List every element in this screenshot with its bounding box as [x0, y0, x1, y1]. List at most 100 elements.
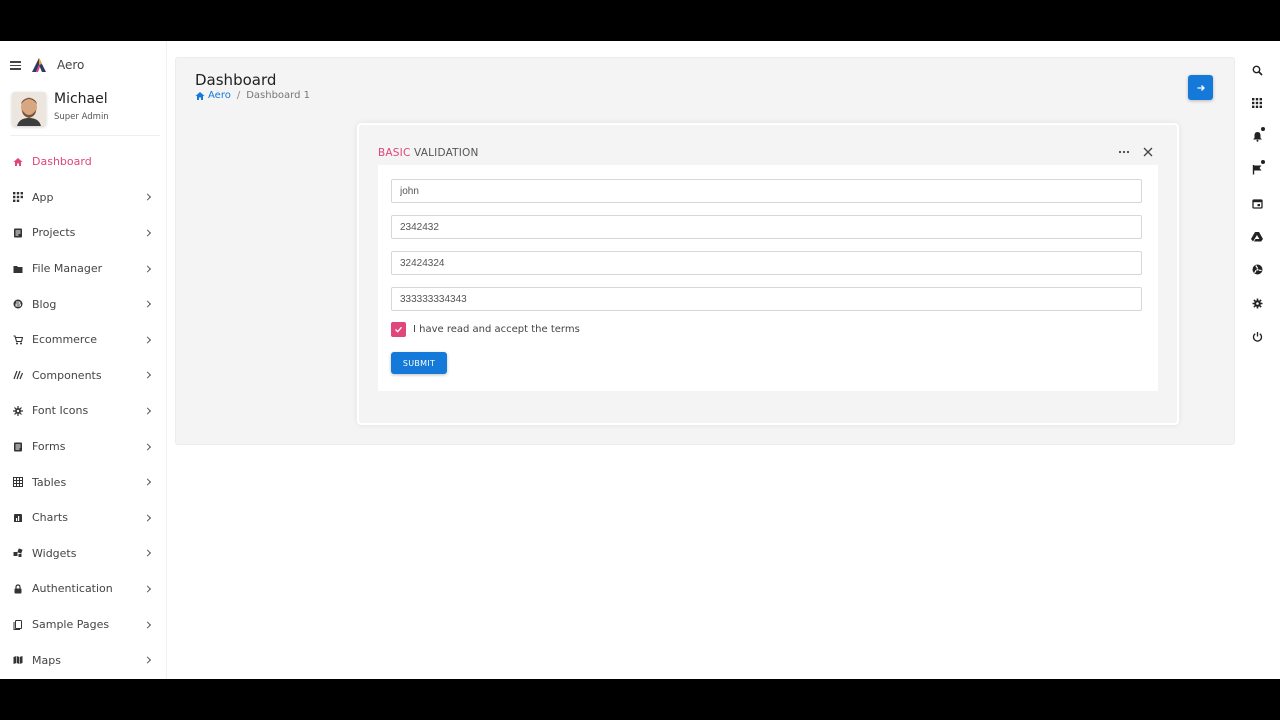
sidebar-item-dashboard[interactable]: Dashboard — [0, 144, 166, 180]
notification-badge — [1261, 160, 1265, 164]
more-options-icon[interactable] — [1117, 145, 1131, 159]
sidebar-item-label: Authentication — [32, 582, 113, 596]
sidebar-item-projects[interactable]: Projects — [0, 215, 166, 251]
sidebar-item-label: Maps — [32, 653, 61, 667]
sidebar-item-label: Projects — [32, 226, 76, 240]
home-icon — [195, 91, 205, 100]
breadcrumb-home-label: Aero — [208, 90, 231, 101]
breadcrumb: Aero / Dashboard 1 — [195, 90, 310, 101]
sidebar-item-widgets[interactable]: Widgets — [0, 536, 166, 572]
basic-validation-card: BASIC VALIDATION I have read and accept … — [357, 123, 1179, 425]
sidebar-item-components[interactable]: Components — [0, 358, 166, 394]
forms-icon — [14, 442, 22, 452]
lock-icon — [14, 584, 22, 594]
map-icon — [13, 656, 23, 665]
sidebar-item-ecommerce[interactable]: Ecommerce — [0, 322, 166, 358]
card-title-accent: BASIC — [378, 147, 411, 159]
chevron-right-icon — [143, 620, 152, 629]
apps-grid-icon — [13, 192, 23, 203]
chevron-right-icon — [143, 265, 152, 273]
chevron-right-icon — [143, 229, 152, 237]
notification-badge — [1261, 127, 1265, 131]
sidebar-item-label: File Manager — [32, 262, 103, 276]
content-block: Dashboard Aero / Dashboard 1 BASIC VALID… — [175, 57, 1235, 445]
radiation-icon[interactable] — [1250, 262, 1264, 276]
arrow-right-button[interactable] — [1188, 75, 1213, 100]
sidebar-item-label: App — [32, 190, 54, 204]
sidebar-item-label: Charts — [32, 511, 68, 525]
sidebar-item-label: Dashboard — [32, 155, 92, 169]
chevron-right-icon — [143, 478, 152, 486]
sidebar-item-label: Blog — [32, 297, 57, 311]
folder-icon — [13, 265, 23, 273]
breadcrumb-home[interactable]: Aero — [195, 90, 231, 101]
sidebar-item-tables[interactable]: Tables — [0, 464, 166, 500]
blog-icon — [13, 299, 23, 309]
sidebar-item-label: Font Icons — [32, 404, 89, 418]
projects-icon — [14, 228, 22, 238]
sidebar-item-blog[interactable]: Blog — [0, 286, 166, 322]
sidebar-item-label: Ecommerce — [32, 333, 98, 347]
breadcrumb-current: Dashboard 1 — [246, 90, 310, 101]
sidebar-item-sample-pages[interactable]: Sample Pages — [0, 607, 166, 643]
chevron-right-icon — [143, 300, 152, 308]
sidebar-item-font-icons[interactable]: Font Icons — [0, 393, 166, 429]
close-icon[interactable] — [1141, 145, 1155, 159]
widgets-icon — [13, 548, 23, 558]
sidebar-menu: Dashboard App Projects File Manager Blog — [0, 144, 166, 678]
sidebar-item-label: Tables — [32, 475, 67, 489]
chevron-right-icon — [143, 193, 152, 201]
chevron-right-icon — [143, 336, 152, 344]
aero-logo-icon[interactable] — [31, 57, 47, 73]
left-sidebar: Aero Michael Super Admin Dashboard App P… — [0, 41, 167, 679]
breadcrumb-separator: / — [236, 90, 241, 101]
first-name-field[interactable] — [391, 179, 1142, 203]
gear-icon[interactable] — [1250, 296, 1264, 310]
brand-name[interactable]: Aero — [57, 58, 84, 72]
calendar-icon[interactable] — [1250, 196, 1264, 210]
avatar[interactable] — [12, 92, 46, 126]
terms-checkbox-row: I have read and accept the terms — [391, 321, 580, 337]
sidebar-item-authentication[interactable]: Authentication — [0, 571, 166, 607]
card-title: BASIC VALIDATION — [378, 147, 479, 159]
right-icon-rail — [1240, 41, 1280, 679]
charts-icon — [14, 513, 22, 522]
profile-name[interactable]: Michael — [54, 91, 108, 107]
chevron-right-icon — [143, 443, 152, 451]
chevron-right-icon — [143, 407, 152, 415]
submit-button[interactable]: SUBMIT — [391, 352, 447, 374]
apps-grid-icon[interactable] — [1250, 96, 1264, 110]
pages-icon — [13, 619, 22, 630]
search-icon[interactable] — [1250, 63, 1264, 77]
sidebar-item-label: Forms — [32, 440, 66, 454]
power-icon[interactable] — [1250, 329, 1264, 343]
number-field-1[interactable] — [391, 215, 1142, 239]
number-field-3[interactable] — [391, 287, 1142, 311]
sidebar-item-charts[interactable]: Charts — [0, 500, 166, 536]
terms-label[interactable]: I have read and accept the terms — [413, 324, 580, 335]
flag-icon[interactable] — [1250, 160, 1265, 176]
sidebar-item-label: Sample Pages — [32, 618, 110, 632]
font-icons-icon — [13, 405, 23, 416]
terms-checkbox[interactable] — [391, 321, 406, 337]
validation-form: I have read and accept the terms SUBMIT — [378, 165, 1158, 391]
chevron-right-icon — [143, 549, 152, 557]
hamburger-menu-icon[interactable] — [10, 61, 21, 70]
bell-icon[interactable] — [1250, 127, 1265, 143]
number-field-2[interactable] — [391, 251, 1142, 275]
home-icon — [13, 157, 23, 166]
sidebar-item-app[interactable]: App — [0, 180, 166, 216]
sidebar-item-label: Components — [32, 368, 102, 382]
sidebar-item-forms[interactable]: Forms — [0, 429, 166, 465]
chevron-right-icon — [143, 585, 152, 593]
arrow-right-icon — [1197, 84, 1205, 91]
sidebar-item-maps[interactable]: Maps — [0, 642, 166, 678]
drive-icon[interactable] — [1250, 229, 1264, 243]
profile-role: Super Admin — [54, 112, 109, 122]
cart-icon — [13, 335, 23, 345]
checkmark-icon — [395, 326, 402, 333]
card-title-rest: VALIDATION — [410, 147, 479, 159]
page-title: Dashboard — [195, 71, 277, 89]
user-profile: Michael Super Admin — [10, 90, 160, 136]
sidebar-item-file-manager[interactable]: File Manager — [0, 251, 166, 287]
